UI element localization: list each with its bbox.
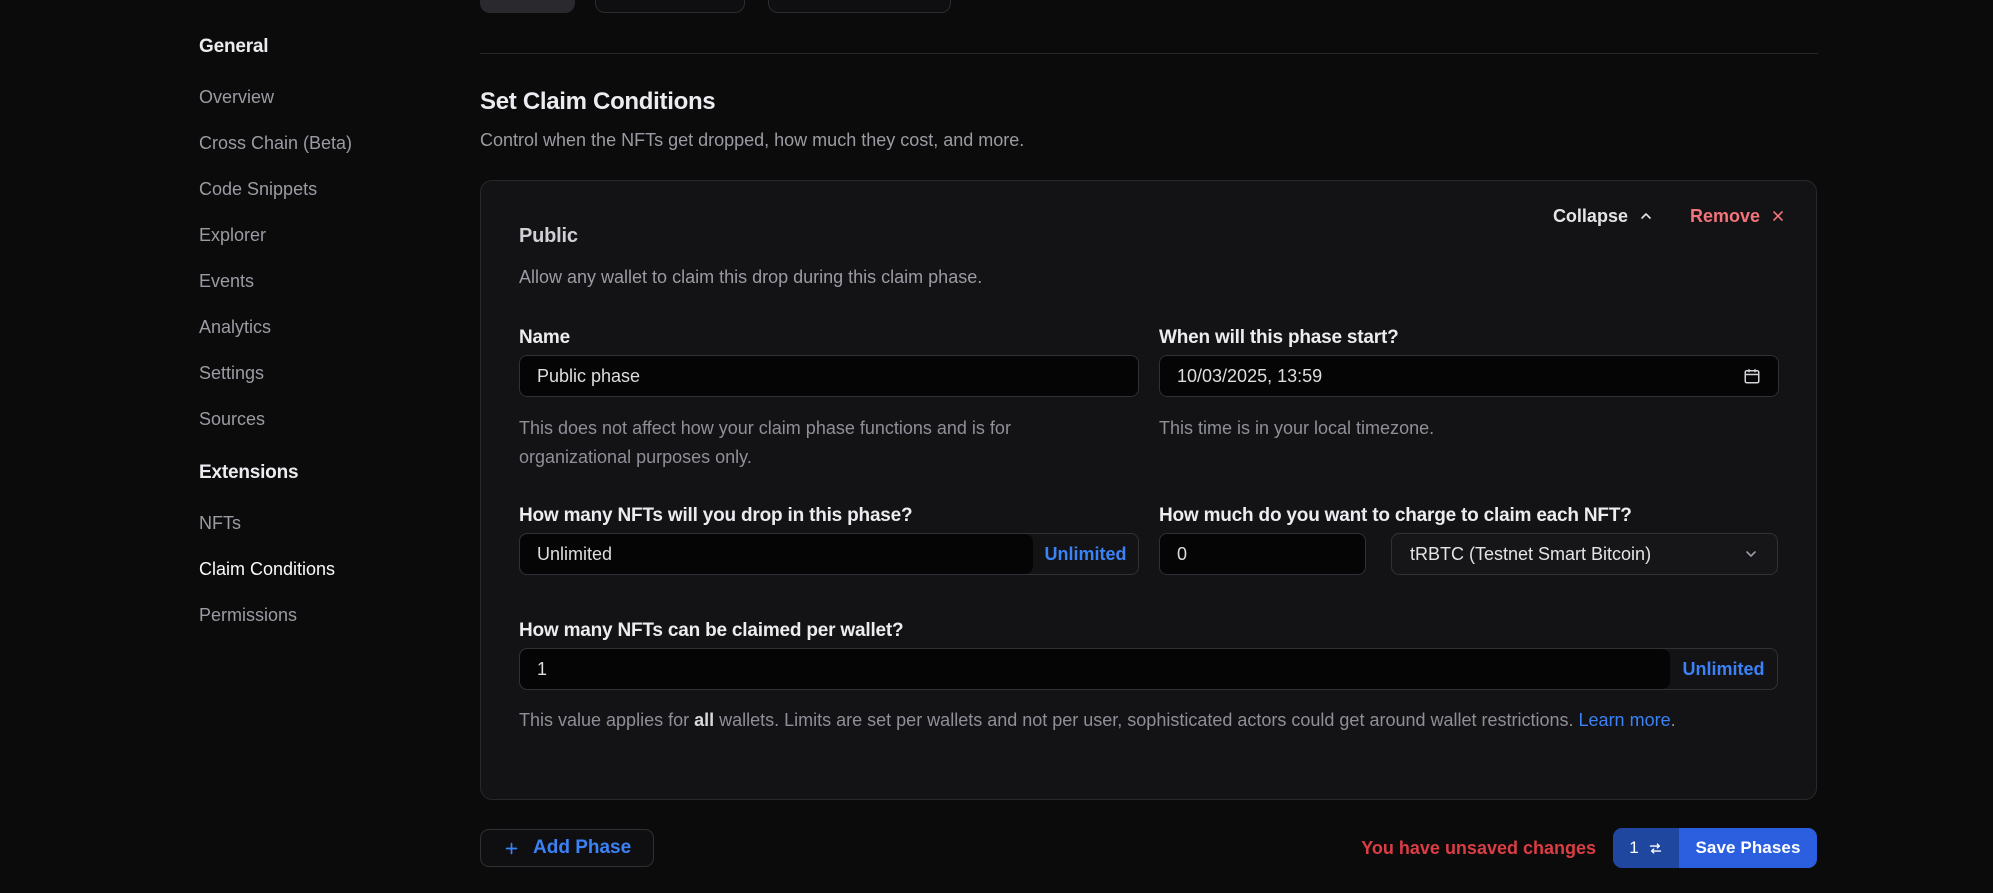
sidebar: General Overview Cross Chain (Beta) Code… (199, 36, 499, 651)
swap-arrows-icon (1648, 841, 1663, 856)
phase-actions: Collapse Remove (1553, 205, 1786, 227)
block-explorer-button[interactable]: Rootstock Blockscout (768, 0, 951, 13)
per-wallet-helper-text2: wallets. Limits are set per wallets and … (714, 710, 1578, 730)
sidebar-section-extensions: Extensions (199, 462, 499, 484)
per-wallet-helper-text: This value applies for (519, 710, 694, 730)
phase-subtitle: Allow any wallet to claim this drop duri… (519, 267, 982, 288)
per-wallet-label: How many NFTs can be claimed per wallet? (519, 620, 903, 642)
sidebar-item-settings[interactable]: Settings (199, 363, 499, 385)
sidebar-item-analytics[interactable]: Analytics (199, 317, 499, 339)
supply-unlimited-button[interactable]: Unlimited (1033, 534, 1138, 574)
copy-icon (610, 0, 625, 1)
per-wallet-input-value: 1 (537, 659, 547, 680)
external-link-icon (928, 0, 943, 1)
supply-input[interactable]: Unlimited (520, 534, 1033, 574)
currency-select-value: tRBTC (Testnet Smart Bitcoin) (1410, 544, 1651, 565)
start-label: When will this phase start? (1159, 327, 1399, 349)
sidebar-item-overview[interactable]: Overview (199, 87, 499, 109)
footer-bar: Add Phase You have unsaved changes 1 Sav… (480, 828, 1817, 868)
sidebar-item-sources[interactable]: Sources (199, 409, 499, 431)
collapse-button[interactable]: Collapse (1553, 206, 1654, 227)
close-icon (1770, 208, 1786, 224)
phase-title: Public (519, 225, 578, 248)
supply-input-value: Unlimited (537, 544, 612, 565)
price-label: How much do you want to charge to claim … (1159, 505, 1632, 527)
contract-address-button[interactable]: 0xcDcE...90c9 (595, 0, 745, 13)
sidebar-item-claim-conditions[interactable]: Claim Conditions (199, 559, 499, 581)
currency-select[interactable]: tRBTC (Testnet Smart Bitcoin) (1391, 533, 1778, 575)
toolbar-active-tab-button[interactable] (480, 0, 575, 13)
save-phases-label: Save Phases (1695, 838, 1800, 858)
save-split-button: 1 Save Phases (1613, 828, 1817, 868)
sidebar-item-cross-chain[interactable]: Cross Chain (Beta) (199, 133, 499, 155)
page-subtitle: Control when the NFTs get dropped, how m… (480, 130, 1024, 151)
learn-more-link[interactable]: Learn more (1579, 710, 1671, 730)
supply-label: How many NFTs will you drop in this phas… (519, 505, 912, 527)
sidebar-item-events[interactable]: Events (199, 271, 499, 293)
sidebar-item-permissions[interactable]: Permissions (199, 605, 499, 627)
collapse-label: Collapse (1553, 206, 1628, 227)
unsaved-changes-text: You have unsaved changes (1361, 838, 1596, 859)
claim-conditions-page: General Overview Cross Chain (Beta) Code… (0, 0, 1993, 893)
per-wallet-helper: This value applies for all wallets. Limi… (519, 705, 1778, 735)
header-divider (480, 53, 1818, 54)
sidebar-section-general: General (199, 36, 499, 58)
transaction-count-value: 1 (1629, 838, 1638, 858)
chevron-down-icon (1743, 546, 1759, 562)
contract-address-label: 0xcDcE...90c9 (634, 0, 731, 2)
sidebar-item-nfts[interactable]: NFTs (199, 513, 499, 535)
start-datetime-input[interactable]: 10/03/2025, 13:59 (1159, 355, 1779, 397)
sidebar-item-explorer[interactable]: Explorer (199, 225, 499, 247)
calendar-icon[interactable] (1743, 367, 1761, 385)
block-explorer-label: Rootstock Blockscout (776, 0, 919, 2)
remove-label: Remove (1690, 206, 1760, 227)
add-phase-label: Add Phase (533, 837, 631, 859)
claim-phase-card: Public Allow any wallet to claim this dr… (480, 180, 1817, 800)
per-wallet-input-group: 1 Unlimited (519, 648, 1778, 690)
plus-icon (503, 840, 520, 857)
price-amount-value: 0 (1177, 544, 1187, 565)
start-helper: This time is in your local timezone. (1159, 414, 1759, 443)
start-datetime-value: 10/03/2025, 13:59 (1177, 366, 1322, 387)
supply-input-group: Unlimited Unlimited (519, 533, 1139, 575)
add-phase-button[interactable]: Add Phase (480, 829, 654, 867)
per-wallet-input[interactable]: 1 (520, 649, 1670, 689)
name-label: Name (519, 327, 570, 349)
sidebar-item-code-snippets[interactable]: Code Snippets (199, 179, 499, 201)
per-wallet-helper-period: . (1671, 710, 1676, 730)
page-title: Set Claim Conditions (480, 88, 715, 116)
name-input-value: Public phase (537, 366, 640, 387)
price-amount-input[interactable]: 0 (1159, 533, 1366, 575)
remove-button[interactable]: Remove (1690, 206, 1786, 227)
name-input[interactable]: Public phase (519, 355, 1139, 397)
chevron-up-icon (1638, 208, 1654, 224)
per-wallet-helper-bold: all (694, 710, 714, 730)
name-helper: This does not affect how your claim phas… (519, 414, 1119, 472)
transaction-count-button[interactable]: 1 (1613, 828, 1679, 868)
save-phases-button[interactable]: Save Phases (1679, 828, 1817, 868)
per-wallet-unlimited-button[interactable]: Unlimited (1670, 649, 1777, 689)
